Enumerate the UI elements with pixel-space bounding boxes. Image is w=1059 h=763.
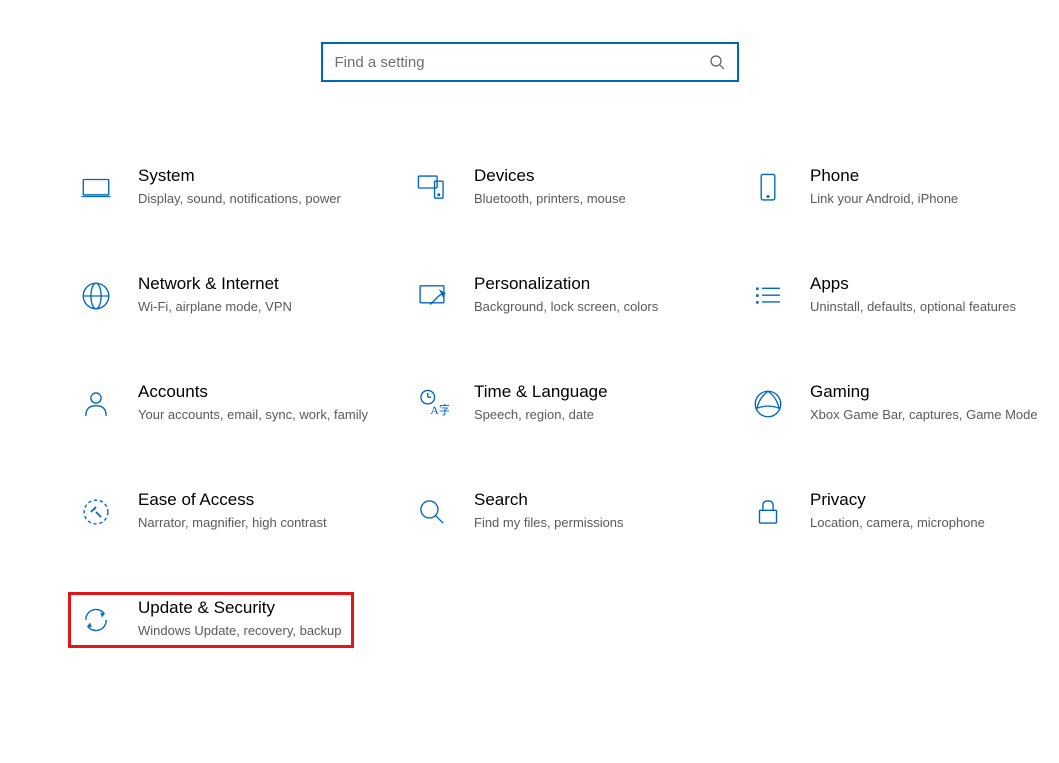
apps-icon xyxy=(746,274,790,318)
tile-subtitle: Find my files, permissions xyxy=(474,514,624,532)
tile-title: Apps xyxy=(810,274,1016,294)
settings-tile-privacy[interactable]: Privacy Location, camera, microphone xyxy=(740,484,1059,540)
tile-title: Devices xyxy=(474,166,626,186)
tile-subtitle: Display, sound, notifications, power xyxy=(138,190,341,208)
settings-tile-system[interactable]: System Display, sound, notifications, pow… xyxy=(68,160,398,216)
settings-tile-apps[interactable]: Apps Uninstall, defaults, optional featur… xyxy=(740,268,1059,324)
settings-tile-search[interactable]: Search Find my files, permissions xyxy=(404,484,734,540)
personalization-icon xyxy=(410,274,454,318)
settings-tile-update[interactable]: Update & Security Windows Update, recover… xyxy=(68,592,354,648)
search-icon xyxy=(709,54,725,70)
devices-icon xyxy=(410,166,454,210)
tile-subtitle: Windows Update, recovery, backup xyxy=(138,622,342,640)
settings-tile-personalization[interactable]: Personalization Background, lock screen, … xyxy=(404,268,734,324)
tile-title: Search xyxy=(474,490,624,510)
settings-tile-ease[interactable]: Ease of Access Narrator, magnifier, high … xyxy=(68,484,398,540)
tile-subtitle: Uninstall, defaults, optional features xyxy=(810,298,1016,316)
tile-subtitle: Speech, region, date xyxy=(474,406,608,424)
tile-title: Network & Internet xyxy=(138,274,292,294)
ease-icon xyxy=(74,490,118,534)
tile-subtitle: Xbox Game Bar, captures, Game Mode xyxy=(810,406,1038,424)
accounts-icon xyxy=(74,382,118,426)
tile-subtitle: Narrator, magnifier, high contrast xyxy=(138,514,327,532)
gaming-icon xyxy=(746,382,790,426)
tile-title: Update & Security xyxy=(138,598,342,618)
time-icon xyxy=(410,382,454,426)
search-icon xyxy=(410,490,454,534)
tile-title: Ease of Access xyxy=(138,490,327,510)
privacy-icon xyxy=(746,490,790,534)
phone-icon xyxy=(746,166,790,210)
tile-title: Time & Language xyxy=(474,382,608,402)
tile-subtitle: Location, camera, microphone xyxy=(810,514,985,532)
search-container xyxy=(0,42,1059,82)
settings-tile-time[interactable]: Time & Language Speech, region, date xyxy=(404,376,734,432)
tile-subtitle: Wi-Fi, airplane mode, VPN xyxy=(138,298,292,316)
settings-tile-accounts[interactable]: Accounts Your accounts, email, sync, work… xyxy=(68,376,398,432)
tile-title: Gaming xyxy=(810,382,1038,402)
tile-subtitle: Your accounts, email, sync, work, family xyxy=(138,406,368,424)
tile-subtitle: Bluetooth, printers, mouse xyxy=(474,190,626,208)
settings-tile-devices[interactable]: Devices Bluetooth, printers, mouse xyxy=(404,160,734,216)
tile-title: Accounts xyxy=(138,382,368,402)
system-icon xyxy=(74,166,118,210)
settings-tile-network[interactable]: Network & Internet Wi-Fi, airplane mode, … xyxy=(68,268,398,324)
tile-title: Privacy xyxy=(810,490,985,510)
settings-tile-gaming[interactable]: Gaming Xbox Game Bar, captures, Game Mode xyxy=(740,376,1059,432)
tile-subtitle: Background, lock screen, colors xyxy=(474,298,658,316)
update-icon xyxy=(74,598,118,642)
tile-title: System xyxy=(138,166,341,186)
settings-grid: System Display, sound, notifications, pow… xyxy=(68,160,1059,648)
search-box[interactable] xyxy=(321,42,739,82)
tile-subtitle: Link your Android, iPhone xyxy=(810,190,958,208)
settings-tile-phone[interactable]: Phone Link your Android, iPhone xyxy=(740,160,1059,216)
search-input[interactable] xyxy=(335,54,709,71)
tile-title: Personalization xyxy=(474,274,658,294)
network-icon xyxy=(74,274,118,318)
tile-title: Phone xyxy=(810,166,958,186)
